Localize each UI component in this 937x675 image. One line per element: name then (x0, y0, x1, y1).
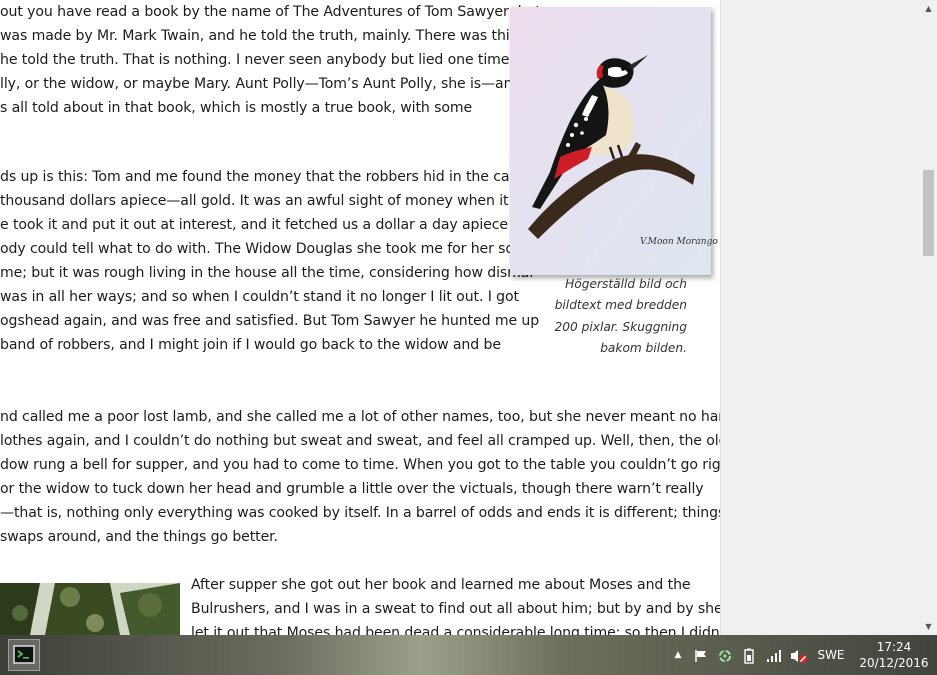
app-icon[interactable] (8, 639, 40, 671)
text-line: lly, or the widow, or maybe Mary. Aunt P… (0, 76, 522, 92)
paragraph-2: ds up is this: Tom and me found the mone… (0, 165, 540, 357)
text-line: was made by Mr. Mark Twain, and he told … (0, 28, 535, 44)
text-line: was in all her ways; and so when I could… (0, 289, 519, 305)
text-line: ody could tell what to do with. The Wido… (0, 241, 528, 257)
scroll-thumb[interactable] (923, 170, 934, 256)
text-line: —that is, nothing only everything was co… (0, 505, 720, 521)
text-line: he told the truth. That is nothing. I ne… (0, 52, 528, 68)
battery-icon[interactable] (740, 635, 758, 675)
scroll-down-arrow[interactable]: ▼ (920, 618, 937, 635)
text-line: out you have read a book by the name of … (0, 4, 541, 20)
artist-signature: V.Moon Morango (640, 237, 718, 247)
show-hidden-icons-icon[interactable]: ▲ (671, 635, 685, 675)
caption-line: bakom bilden. (600, 340, 687, 355)
text-line: swaps around, and the things go better. (0, 529, 278, 545)
woodpecker-image: V.Moon Morango (510, 7, 718, 275)
text-line: After supper she got out her book and le… (191, 577, 691, 593)
clock[interactable]: 17:24 20/12/2016 (859, 639, 929, 671)
caption-line: 200 pixlar. Skuggning (554, 319, 687, 334)
figure-caption: Högerställd bild och bildtext med bredde… (540, 274, 687, 359)
text-line: dow rung a bell for supper, and you had … (0, 457, 720, 473)
taskbar: ▲ SWE 17:24 20/12/2016 (0, 635, 937, 675)
scroll-up-arrow[interactable]: ▲ (920, 0, 937, 17)
text-line: thousand dollars apiece—all gold. It was… (0, 193, 541, 209)
document-page: out you have read a book by the name of … (0, 0, 720, 635)
text-line: band of robbers, and I might join if I w… (0, 337, 501, 353)
text-line: me; but it was rough living in the house… (0, 265, 534, 281)
paragraph-1: out you have read a book by the name of … (0, 0, 541, 120)
text-line: ogshead again, and was free and satisfie… (0, 313, 540, 329)
tree-photo (0, 583, 180, 635)
text-line: let it out that Moses had been dead a co… (191, 625, 720, 635)
language-indicator[interactable]: SWE (815, 635, 847, 675)
caption-line: Högerställd bild och (565, 277, 687, 291)
page-margin (720, 0, 921, 635)
flag-icon[interactable] (692, 635, 710, 675)
clock-date: 20/12/2016 (859, 656, 929, 670)
text-line: lothes again, and I couldn’t do nothing … (0, 433, 720, 449)
volume-muted-icon[interactable] (789, 635, 809, 675)
signal-icon[interactable] (764, 635, 784, 675)
vertical-scrollbar[interactable]: ▲ ▼ (920, 0, 937, 635)
paragraph-3: nd called me a poor lost lamb, and she c… (0, 405, 720, 549)
text-line: s all told about in that book, which is … (0, 100, 473, 116)
text-line: or the widow to tuck down her head and g… (0, 481, 704, 497)
text-line: e took it and put it out at interest, an… (0, 217, 529, 233)
caption-line: bildtext med bredden (554, 298, 687, 313)
paragraph-4: After supper she got out her book and le… (191, 573, 720, 635)
text-line: nd called me a poor lost lamb, and she c… (0, 409, 720, 425)
text-line: ds up is this: Tom and me found the mone… (0, 169, 531, 185)
clock-time: 17:24 (876, 640, 912, 654)
text-line: Bulrushers, and I was in a sweat to find… (191, 601, 720, 617)
sync-icon[interactable] (716, 635, 734, 675)
